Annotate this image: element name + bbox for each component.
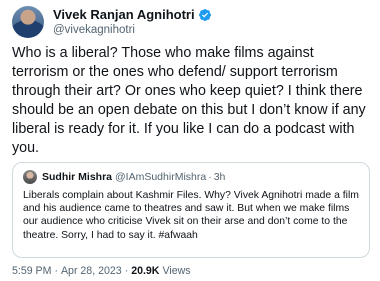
tweet-date[interactable]: Apr 28, 2023 bbox=[61, 265, 122, 277]
author-name-row: Vivek Ranjan Agnihotri bbox=[53, 7, 212, 22]
views-label: Views bbox=[162, 265, 191, 277]
tweet-card: Vivek Ranjan Agnihotri @vivekagnihotri W… bbox=[0, 0, 380, 281]
quoted-tweet-text: Liberals complain about Kashmir Files. W… bbox=[23, 190, 359, 241]
author-handle[interactable]: @vivekagnihotri bbox=[53, 23, 212, 37]
quoted-tweet-header: Sudhir Mishra @IAmSudhirMishra · 3h bbox=[23, 170, 359, 184]
tweet-meta: 5:59 PM · Apr 28, 2023 · 20.9K Views bbox=[12, 265, 191, 277]
tweet-text: Who is a liberal? Those who make films a… bbox=[12, 45, 366, 156]
verified-badge-icon bbox=[198, 8, 211, 21]
quoted-author-handle[interactable]: @IAmSudhirMishra bbox=[115, 171, 206, 183]
quoted-tweet[interactable]: Sudhir Mishra @IAmSudhirMishra · 3h Libe… bbox=[12, 162, 370, 258]
views-count: 20.9K bbox=[131, 265, 160, 277]
quoted-author-display-name[interactable]: Sudhir Mishra bbox=[42, 171, 112, 183]
author-display-name[interactable]: Vivek Ranjan Agnihotri bbox=[53, 7, 195, 22]
meta-separator: · bbox=[54, 265, 58, 277]
quoted-separator: · bbox=[208, 171, 212, 183]
quoted-tweet-time[interactable]: 3h bbox=[214, 171, 226, 183]
meta-separator: · bbox=[124, 265, 129, 277]
tweet-header: Vivek Ranjan Agnihotri @vivekagnihotri bbox=[12, 6, 212, 38]
quoted-author-avatar[interactable] bbox=[23, 170, 37, 184]
author-names: Vivek Ranjan Agnihotri @vivekagnihotri bbox=[53, 7, 212, 37]
author-avatar[interactable] bbox=[12, 6, 44, 38]
tweet-time[interactable]: 5:59 PM bbox=[12, 265, 51, 277]
